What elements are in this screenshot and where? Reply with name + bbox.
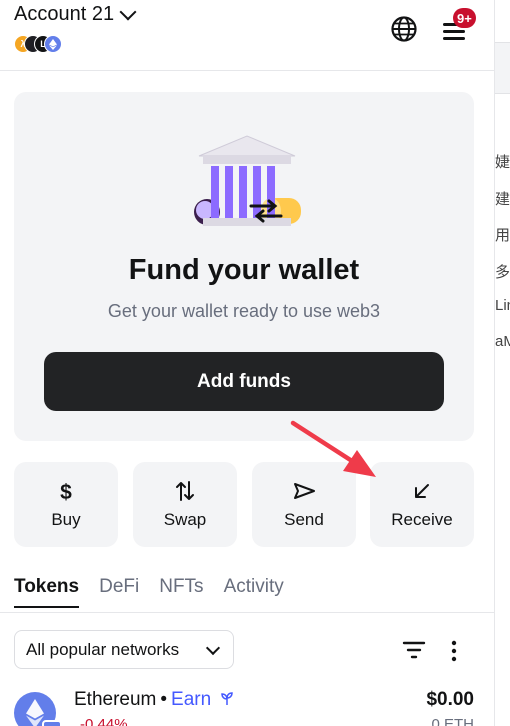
token-balance: 0 ETH: [431, 716, 474, 726]
network-filter-label: All popular networks: [26, 639, 180, 659]
tab-tokens[interactable]: Tokens: [14, 576, 80, 608]
globe-icon[interactable]: [390, 15, 418, 43]
token-name-text: Ethereum: [74, 689, 157, 710]
background-text: 多: [495, 264, 510, 281]
token-fiat-value: $0.00: [426, 689, 474, 710]
wallet-panel: Account 21 λ L 9+ Fund your wallet Get y…: [0, 0, 494, 726]
background-text: 用: [495, 227, 510, 244]
receive-button[interactable]: Receive: [370, 462, 474, 547]
buy-label: Buy: [51, 510, 81, 529]
background-page-strip: 婕 建 用 多 Lin aM: [494, 0, 510, 726]
fund-wallet-card: Fund your wallet Get your wallet ready t…: [14, 92, 474, 441]
notification-badge: 9+: [453, 8, 476, 28]
background-text: 建: [495, 191, 510, 208]
receive-label: Receive: [391, 510, 453, 529]
send-icon: [294, 483, 315, 499]
send-button[interactable]: Send: [252, 462, 356, 547]
token-row[interactable]: Ethereum • Earn -0.44% $0.00 0 ETH: [14, 689, 474, 726]
tabs-divider: [0, 612, 494, 613]
token-separator: •: [160, 689, 168, 710]
swap-label: Swap: [163, 510, 207, 529]
network-badge-icon: [42, 720, 62, 726]
token-name: Ethereum • Earn: [74, 689, 234, 711]
fund-wallet-subtitle: Get your wallet ready to use web3: [107, 301, 381, 321]
sort-filter-icon[interactable]: [402, 640, 426, 660]
bank-illustration-icon: [194, 135, 301, 226]
chevron-down-icon: [119, 3, 137, 20]
tab-defi[interactable]: DeFi: [99, 576, 139, 608]
dollar-icon: $: [60, 481, 72, 504]
background-text: 婕: [495, 154, 510, 171]
fund-wallet-title: Fund your wallet: [128, 254, 360, 286]
background-text: Lin: [495, 297, 510, 314]
background-text: aM: [495, 333, 510, 350]
header-divider: [0, 70, 494, 71]
send-label: Send: [284, 510, 324, 529]
background-toolbar: [495, 42, 510, 94]
swap-button[interactable]: Swap: [133, 462, 237, 547]
chevron-down-icon: [205, 640, 221, 656]
earn-link[interactable]: Earn: [171, 689, 211, 710]
asset-tabs: Tokens DeFi NFTs Activity: [14, 576, 284, 608]
tab-activity[interactable]: Activity: [224, 576, 284, 608]
account-selector[interactable]: Account 21: [14, 3, 137, 26]
network-filter-dropdown[interactable]: All popular networks: [14, 630, 234, 669]
svg-text:$: $: [60, 481, 72, 504]
add-funds-button[interactable]: Add funds: [44, 352, 444, 411]
ethereum-network-icon: [44, 35, 62, 53]
token-price-change: -0.44%: [80, 716, 128, 726]
account-name: Account 21: [14, 3, 115, 25]
buy-button[interactable]: $ Buy: [14, 462, 118, 547]
receive-icon: [415, 484, 429, 498]
swap-icon: [176, 481, 194, 501]
sprout-icon: [221, 692, 234, 705]
tab-nfts[interactable]: NFTs: [159, 576, 203, 608]
more-options-icon[interactable]: [446, 638, 462, 664]
